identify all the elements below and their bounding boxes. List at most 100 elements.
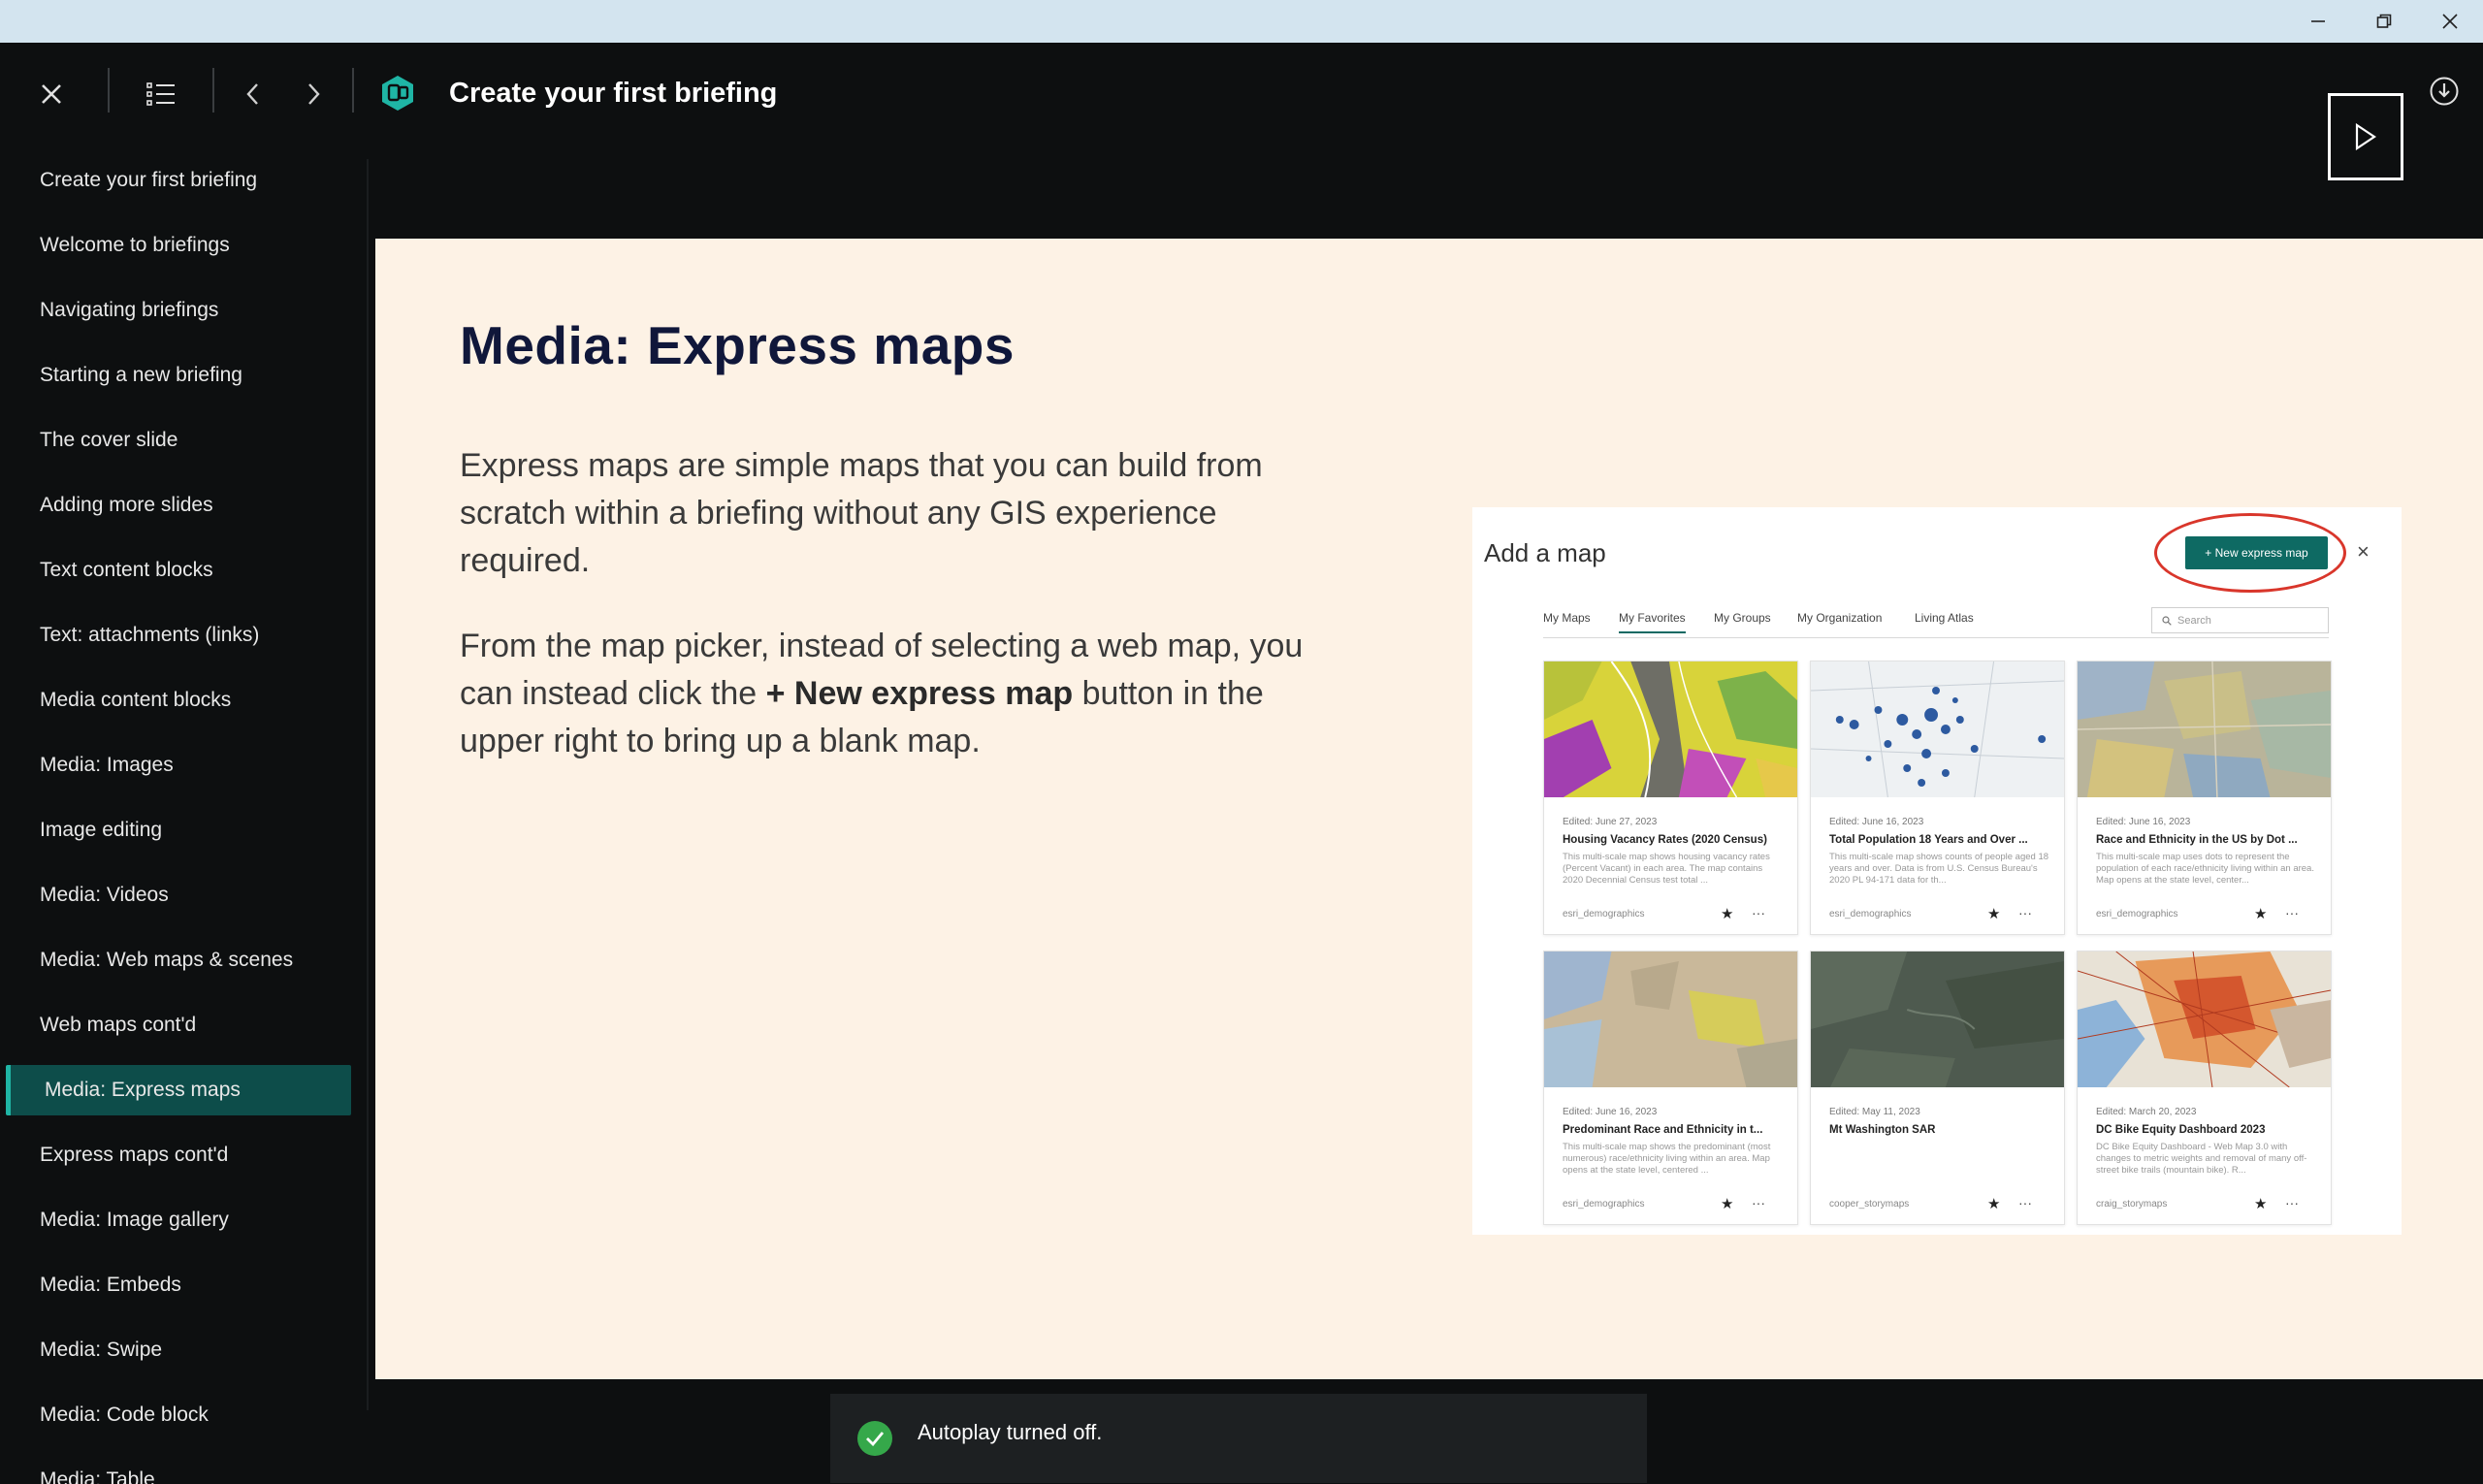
sidebar-item-label: Web maps cont'd <box>40 1013 197 1036</box>
more-icon: ··· <box>2285 1195 2299 1210</box>
sidebar-item-text-content-blocks[interactable]: Text content blocks <box>0 537 369 602</box>
sidebar-item-media-table[interactable]: Media: Table <box>0 1447 369 1484</box>
download-icon[interactable] <box>2427 74 2462 109</box>
card-title: Race and Ethnicity in the US by Dot ... <box>2096 834 2298 846</box>
divider <box>367 159 369 1410</box>
card-owner: esri_demographics <box>2096 909 2178 919</box>
app-header: Create your first briefing <box>0 43 2483 188</box>
card-title: Total Population 18 Years and Over ... <box>1829 834 2028 846</box>
card-description <box>1829 1142 2050 1184</box>
sidebar-item-express-maps-cont-d[interactable]: Express maps cont'd <box>0 1122 369 1187</box>
window-title-bar <box>0 0 2483 43</box>
sidebar-item-media-swipe[interactable]: Media: Swipe <box>0 1317 369 1382</box>
more-icon: ··· <box>1752 905 1765 920</box>
sidebar-item-image-editing[interactable]: Image editing <box>0 797 369 862</box>
slide-list: Create your first briefing Welcome to bri… <box>0 147 369 1484</box>
chevron-left-icon[interactable] <box>231 72 275 116</box>
map-card: Edited: March 20, 2023 DC Bike Equity Da… <box>2077 951 2332 1225</box>
card-date: Edited: June 16, 2023 <box>2096 817 2191 827</box>
sidebar-item-text-attachments-links[interactable]: Text: attachments (links) <box>0 602 369 667</box>
check-circle-icon <box>857 1421 892 1456</box>
map-thumbnail <box>2077 661 2332 798</box>
close-icon[interactable] <box>29 72 74 116</box>
card-description: This multi-scale map shows housing vacan… <box>1563 852 1770 886</box>
map-card: Edited: June 16, 2023 Total Population 1… <box>1810 661 2065 935</box>
sidebar-item-label: Adding more slides <box>40 493 213 516</box>
sidebar-item-label: Text: attachments (links) <box>40 623 260 646</box>
map-card: Edited: June 27, 2023 Housing Vacancy Ra… <box>1543 661 1798 935</box>
divider <box>212 68 214 113</box>
sidebar-item-create-your-first-briefing[interactable]: Create your first briefing <box>0 147 369 212</box>
star-icon: ★ <box>2254 1196 2268 1212</box>
play-button[interactable] <box>2328 93 2403 180</box>
sidebar-item-label: The cover slide <box>40 428 178 451</box>
minimize-icon[interactable] <box>2285 0 2351 43</box>
search-input: Search <box>2151 607 2329 633</box>
card-description: DC Bike Equity Dashboard - Web Map 3.0 w… <box>2096 1142 2307 1176</box>
sidebar-item-label: Image editing <box>40 818 163 841</box>
tab-my-organization: My Organization <box>1797 611 1883 625</box>
slide-paragraph: From the map picker, instead of selectin… <box>460 623 1352 765</box>
card-title: Mt Washington SAR <box>1829 1124 1936 1136</box>
card-title: Predominant Race and Ethnicity in t... <box>1563 1124 1763 1136</box>
map-picker-screenshot: Add a map + New express map × My Maps My… <box>1472 507 2402 1235</box>
sidebar-item-label: Express maps cont'd <box>40 1143 229 1166</box>
map-thumbnail <box>1544 952 1797 1087</box>
map-card: Edited: May 11, 2023 Mt Washington SAR c… <box>1810 951 2065 1225</box>
list-icon[interactable] <box>139 72 183 116</box>
card-date: Edited: June 27, 2023 <box>1563 817 1658 827</box>
sidebar-item-media-content-blocks[interactable]: Media content blocks <box>0 667 369 732</box>
map-card: Edited: June 16, 2023 Race and Ethnicity… <box>2077 661 2332 935</box>
star-icon: ★ <box>2254 906 2268 922</box>
sidebar-item-welcome-to-briefings[interactable]: Welcome to briefings <box>0 212 369 277</box>
sidebar-item-navigating-briefings[interactable]: Navigating briefings <box>0 277 369 342</box>
card-owner: craig_storymaps <box>2096 1199 2168 1210</box>
sidebar-item-media-embeds[interactable]: Media: Embeds <box>0 1252 369 1317</box>
divider <box>352 68 354 113</box>
slide-title: Media: Express maps <box>460 315 1015 375</box>
slide-canvas: Media: Express maps Express maps are sim… <box>375 239 2483 1379</box>
sidebar-item-media-express-maps[interactable]: Media: Express maps <box>6 1065 351 1115</box>
restore-icon[interactable] <box>2351 0 2417 43</box>
sidebar-item-label: Media: Express maps <box>45 1079 241 1101</box>
close-icon[interactable] <box>2417 0 2483 43</box>
card-owner: esri_demographics <box>1563 1199 1645 1210</box>
play-icon <box>2355 123 2376 150</box>
sidebar-item-media-videos[interactable]: Media: Videos <box>0 862 369 927</box>
sidebar-item-label: Media: Table <box>40 1468 155 1484</box>
sidebar-item-media-image-gallery[interactable]: Media: Image gallery <box>0 1187 369 1252</box>
more-icon: ··· <box>2018 1195 2032 1210</box>
sidebar-item-the-cover-slide[interactable]: The cover slide <box>0 407 369 472</box>
chevron-right-icon[interactable] <box>291 72 336 116</box>
card-date: Edited: June 16, 2023 <box>1563 1107 1658 1117</box>
sidebar-item-media-images[interactable]: Media: Images <box>0 732 369 797</box>
sidebar-item-label: Media: Images <box>40 753 174 776</box>
sidebar-item-label: Create your first briefing <box>40 168 258 191</box>
card-description: This multi-scale map shows the predomina… <box>1563 1142 1771 1176</box>
sidebar-item-adding-more-slides[interactable]: Adding more slides <box>0 472 369 537</box>
paragraph-bold-text: + New express map <box>765 675 1074 712</box>
card-date: Edited: March 20, 2023 <box>2096 1107 2197 1117</box>
page-title: Create your first briefing <box>449 78 778 109</box>
sidebar-item-label: Media: Embeds <box>40 1273 181 1296</box>
search-placeholder: Search <box>2177 614 2211 627</box>
sidebar-item-label: Media: Swipe <box>40 1338 163 1361</box>
more-icon: ··· <box>2018 905 2032 920</box>
divider <box>108 68 110 113</box>
sidebar-item-web-maps-cont-d[interactable]: Web maps cont'd <box>0 992 369 1057</box>
briefing-app-icon <box>378 74 417 113</box>
sidebar: Create your first briefing Welcome to bri… <box>0 147 369 1484</box>
more-icon: ··· <box>2285 905 2299 920</box>
sidebar-item-label: Text content blocks <box>40 558 213 581</box>
sidebar-item-starting-a-new-briefing[interactable]: Starting a new briefing <box>0 342 369 407</box>
tab-my-favorites: My Favorites <box>1619 611 1686 633</box>
toast-notification: Autoplay turned off. <box>830 1394 1647 1483</box>
sidebar-item-media-web-maps-scenes[interactable]: Media: Web maps & scenes <box>0 927 369 992</box>
card-owner: esri_demographics <box>1563 909 1645 919</box>
card-description: This multi-scale map shows counts of peo… <box>1829 852 2049 886</box>
sidebar-item-label: Navigating briefings <box>40 298 219 321</box>
star-icon: ★ <box>1721 906 1734 922</box>
card-date: Edited: June 16, 2023 <box>1829 817 1924 827</box>
sidebar-item-media-code-block[interactable]: Media: Code block <box>0 1382 369 1447</box>
more-icon: ··· <box>1752 1195 1765 1210</box>
